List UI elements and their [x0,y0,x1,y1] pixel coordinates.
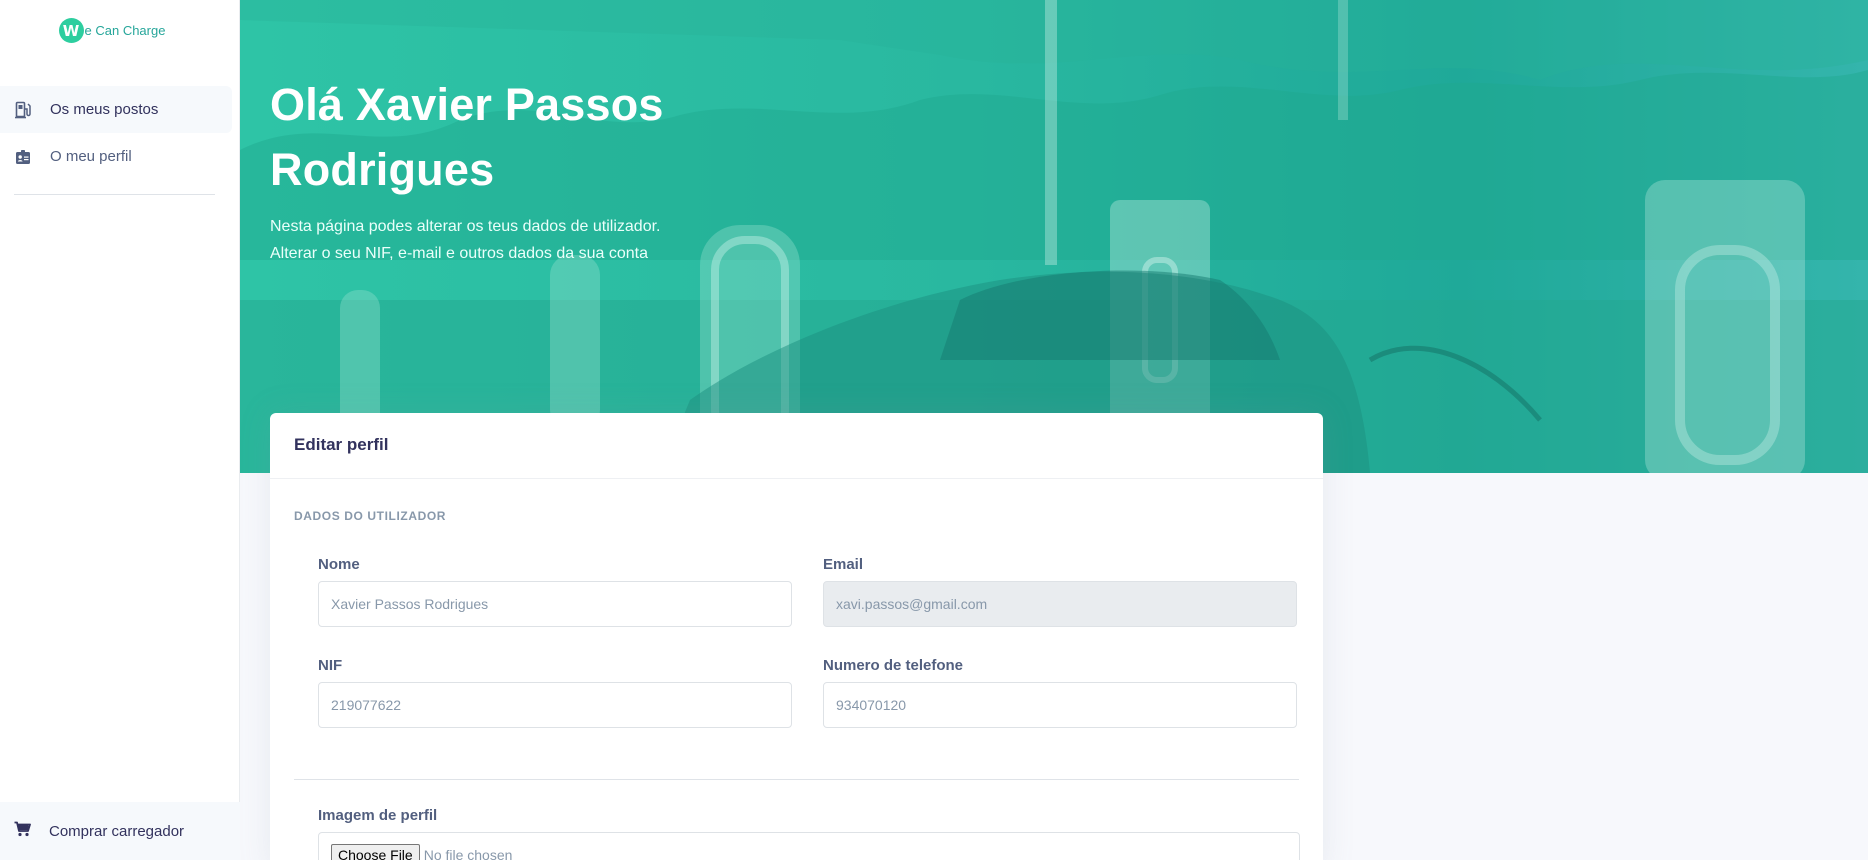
card-title: Editar perfil [294,435,389,454]
hero-subtitle-line: Alterar o seu NIF, e-mail e outros dados… [270,245,648,262]
hero-greeting: Olá Xavier Passos Rodrigues [270,79,664,195]
name-label: Nome [318,556,360,573]
brand-logo-letter: W [58,18,84,43]
card-header: Editar perfil [270,413,1323,479]
name-field: Nome [318,556,792,627]
sidebar-item-label: Os meus postos [50,101,159,118]
hero-banner: Olá Xavier Passos Rodrigues Nesta página… [240,0,1868,473]
brand-name: e Can Charge [84,23,166,38]
nif-input[interactable] [318,682,792,728]
nif-label: NIF [318,657,343,674]
profile-image-label: Imagem de perfil [318,807,438,824]
hero-subtitle-line: Nesta página podes alterar os teus dados… [270,218,661,235]
profile-image-input[interactable]: Choose File No file chosen [318,832,1300,860]
email-label: Email [823,556,864,573]
hero-subtitle: Nesta página podes alterar os teus dados… [270,213,660,267]
choose-file-button[interactable]: Choose File [331,844,420,860]
section-heading: DADOS DO UTILIZADOR [294,509,447,523]
sidebar-nav: Os meus postos O meu perfil [0,86,232,180]
sidebar-divider [14,194,215,195]
sidebar: W e Can Charge Os meus postos O meu perf… [0,0,240,860]
email-field: Email [823,556,1297,627]
phone-input[interactable] [823,682,1297,728]
sidebar-item-label: O meu perfil [50,148,132,165]
id-card-icon [14,148,32,166]
sidebar-item-my-stations[interactable]: Os meus postos [0,86,232,133]
profile-image-field: Imagem de perfil Choose File No file cho… [318,807,1300,860]
file-status: No file chosen [423,847,513,860]
email-input [823,581,1297,627]
brand-logo[interactable]: W e Can Charge [0,18,224,46]
brand-logo-mark: W e Can Charge [58,18,166,43]
edit-profile-card: Editar perfil DADOS DO UTILIZADOR Nome E… [270,413,1323,860]
nif-field: NIF [318,657,792,728]
buy-charger-button[interactable]: Comprar carregador [0,802,240,860]
charging-station-icon [14,101,32,119]
phone-label: Numero de telefone [823,657,964,674]
sidebar-item-my-profile[interactable]: O meu perfil [0,133,232,180]
cart-icon [14,821,31,842]
name-input[interactable] [318,581,792,627]
buy-charger-label: Comprar carregador [49,822,185,840]
phone-field: Numero de telefone [823,657,1297,728]
card-divider [294,779,1299,780]
